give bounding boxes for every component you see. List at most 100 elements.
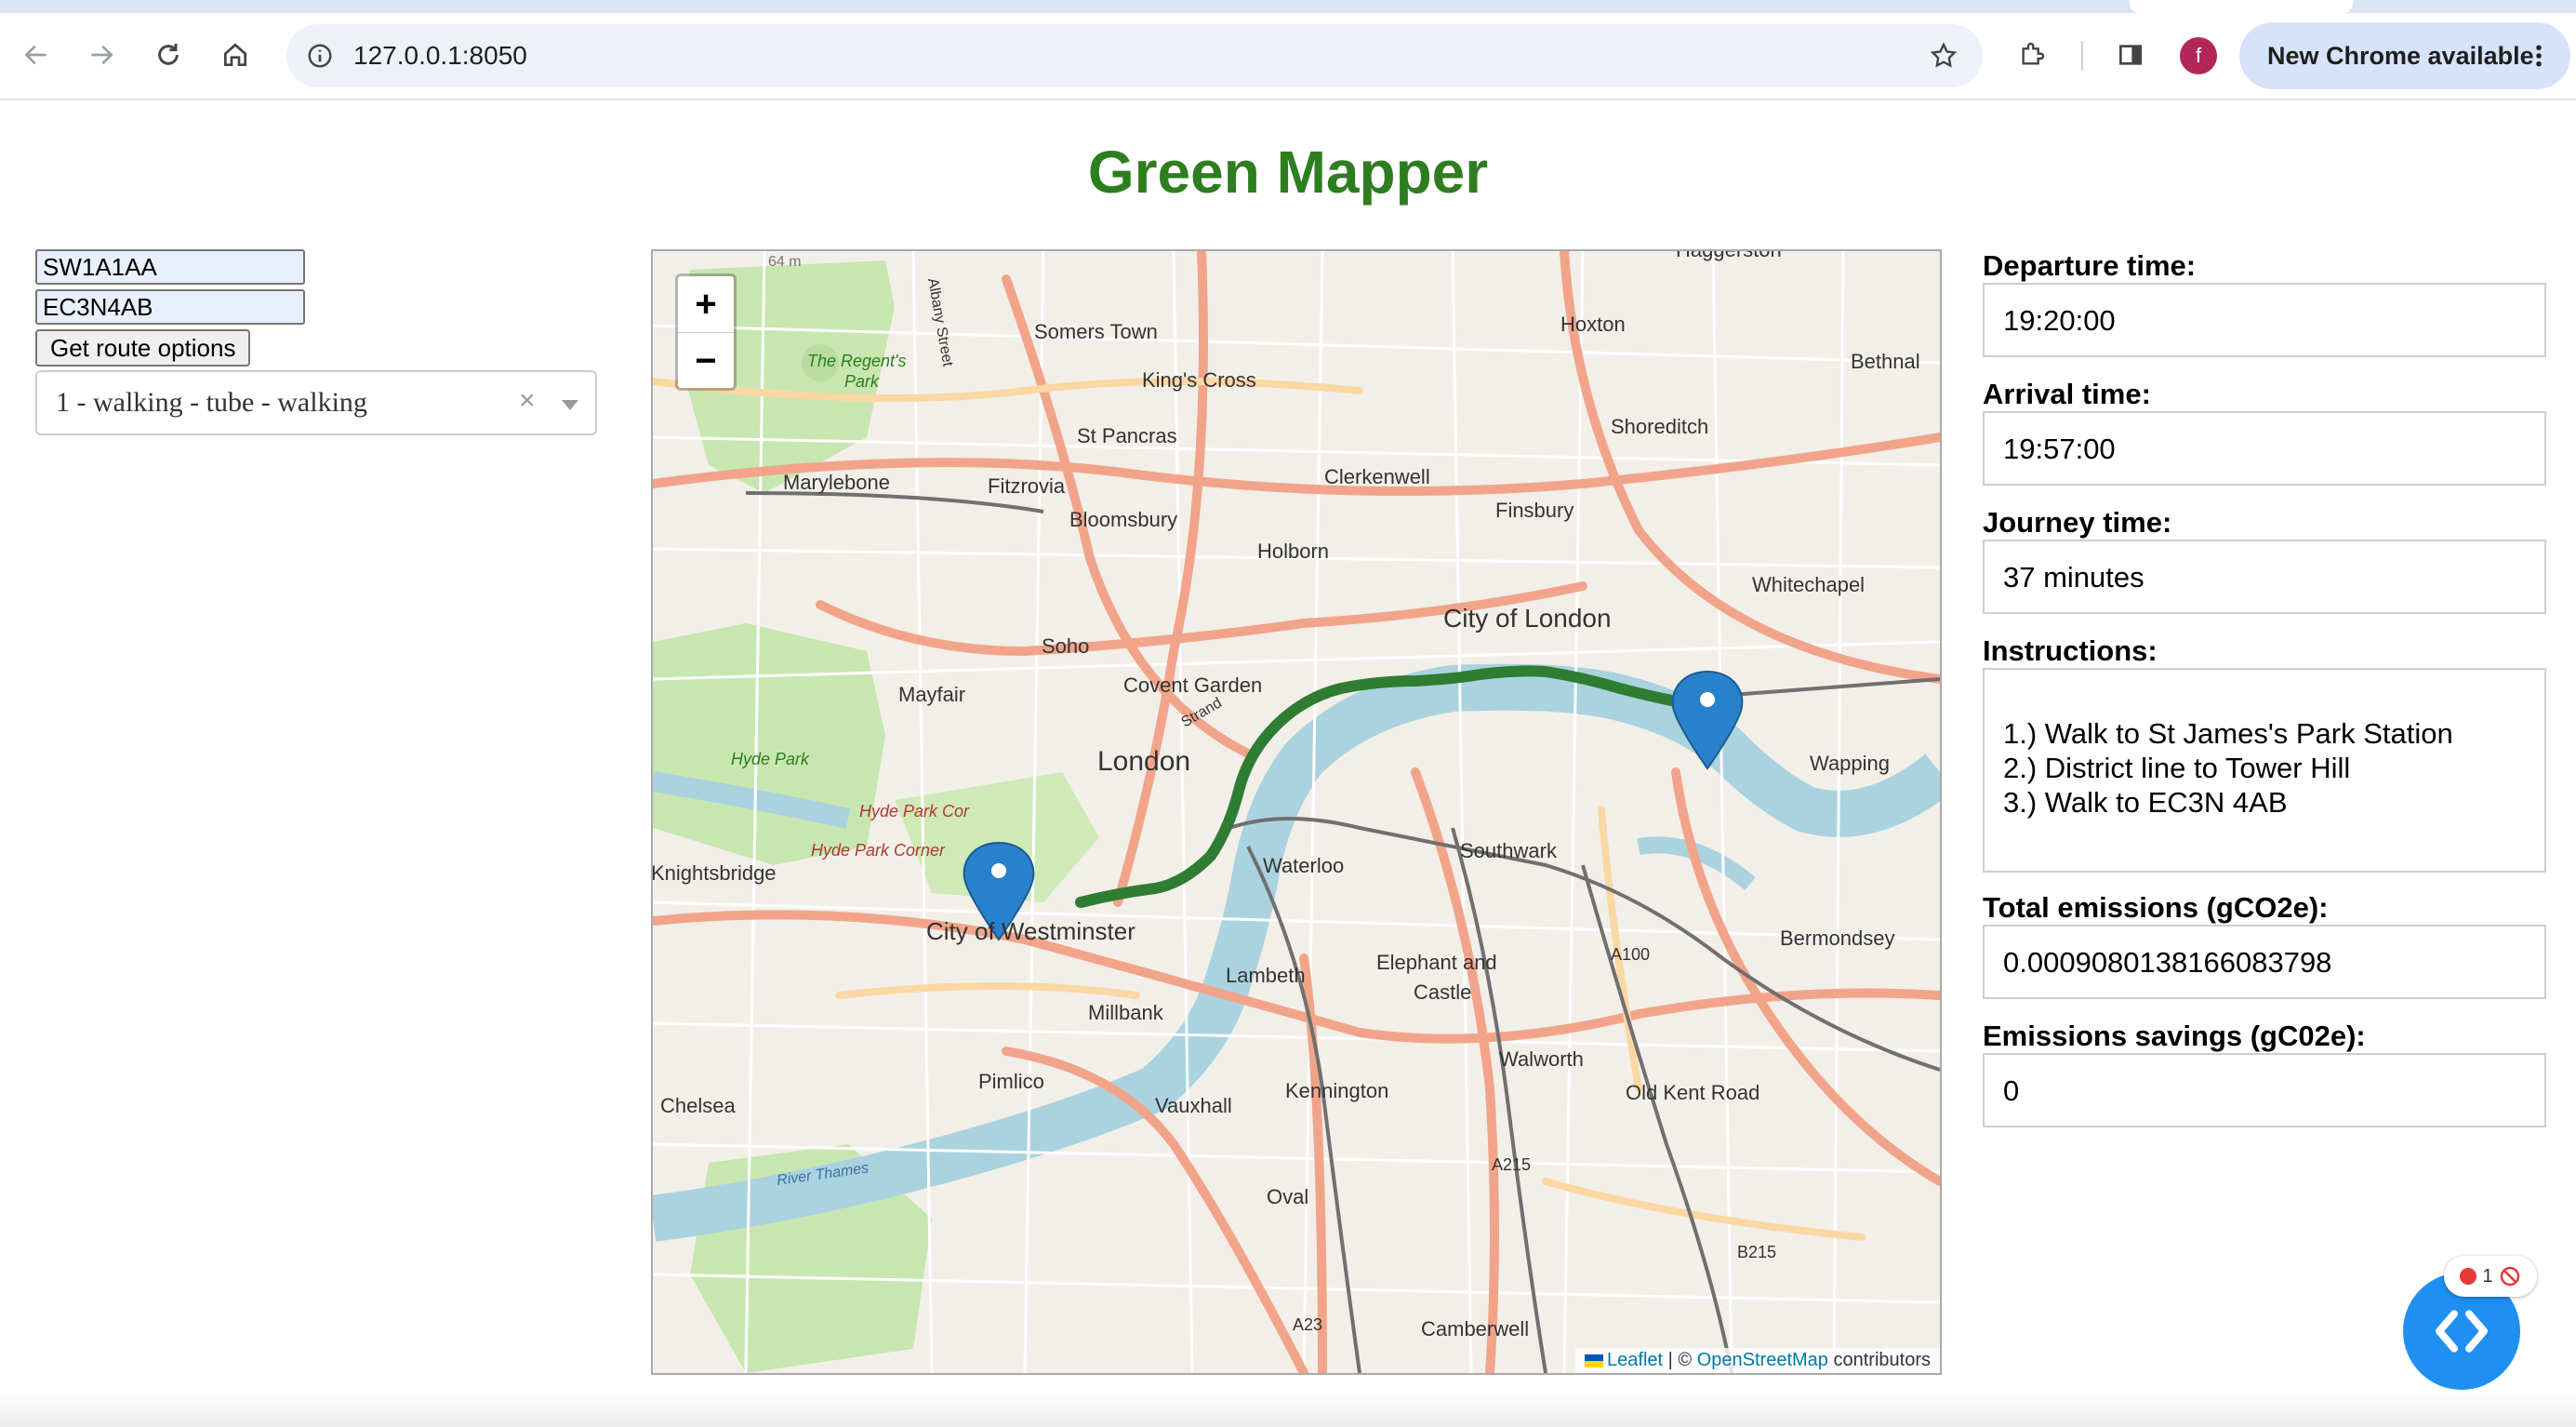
place-label: The Regent's [807,352,907,370]
code-brackets-icon [2436,1310,2488,1353]
tab-strip [0,0,2576,13]
place-label: Wapping [1810,752,1890,775]
place-label: Hyde Park Cor [859,802,970,820]
place-label: Holborn [1257,540,1329,563]
place-label: Marylebone [783,471,890,494]
browser-toolbar: 127.0.0.1:8050 f New Chrome available [0,13,2576,100]
route-option-selected: 1 - walking - tube - walking [56,387,367,418]
emissions-savings-label: Emissions savings (gC02e): [1983,1020,2366,1052]
place-label: Elephant and [1376,951,1497,974]
place-label: A23 [1293,1315,1322,1334]
place-label: Knightsbridge [653,861,777,885]
place-label: Bethnal [1851,350,1920,373]
place-label: Kennington [1285,1079,1388,1102]
toolbar-divider [2081,41,2083,71]
departure-time-label: Departure time: [1983,249,2197,282]
active-tab-edge[interactable] [2130,0,2353,13]
journey-time-field[interactable]: 37 minutes [1983,540,2546,614]
place-label: A215 [1492,1155,1531,1174]
place-label: London [1097,746,1190,777]
place-label: Covent Garden [1123,673,1262,697]
place-label: Chelsea [660,1094,736,1117]
page-title: Green Mapper [1087,139,1489,206]
place-label: Bermondsey [1780,927,1895,950]
leaflet-link[interactable]: Leaflet [1607,1350,1663,1370]
arrival-time-field[interactable]: 19:57:00 [1983,411,2546,486]
place-label: Southwark [1460,839,1558,862]
error-dot-icon [2460,1268,2477,1285]
place-label: Hoxton [1560,313,1626,336]
back-icon[interactable] [15,33,58,76]
bookmark-star-icon[interactable] [1923,35,1964,76]
url-text[interactable]: 127.0.0.1:8050 [353,41,527,71]
openstreetmap-link[interactable]: OpenStreetMap [1697,1350,1828,1370]
place-label: City of London [1443,604,1612,633]
route-option-dropdown[interactable]: 1 - walking - tube - walking × [35,370,597,435]
new-chrome-available-button[interactable]: New Chrome available [2239,22,2570,89]
place-label: B215 [1737,1243,1776,1261]
instructions-field[interactable]: 1.) Walk to St James's Park Station 2.) … [1983,668,2546,873]
profile-avatar[interactable]: f [2180,37,2217,74]
place-label: Hyde Park Corner [811,841,946,860]
instruction-step: 2.) District line to Tower Hill [2003,752,2351,784]
instruction-step: 1.) Walk to St James's Park Station [2003,717,2453,750]
place-label: King's Cross [1142,368,1256,392]
emissions-savings-field[interactable]: 0 [1983,1053,2546,1127]
attribution-separator: | © [1667,1350,1693,1370]
side-panel-icon[interactable] [2109,33,2152,76]
place-label: Lambeth [1226,964,1306,987]
site-info-icon[interactable] [299,35,340,76]
place-label: Bloomsbury [1069,508,1177,531]
place-label: Soho [1042,634,1089,658]
destination-postcode-input[interactable] [35,289,305,325]
park-area [653,623,885,865]
place-label: Mayfair [898,683,965,706]
total-emissions-label: Total emissions (gCO2e): [1983,891,2329,924]
journey-time-label: Journey time: [1983,506,2172,539]
address-bar[interactable]: 127.0.0.1:8050 [286,24,1983,87]
place-label: Castle [1414,980,1471,1004]
map-attribution: Leaflet | © OpenStreetMap contributors [1575,1348,1940,1373]
route-map[interactable]: Haggerston Hoxton Bethnal Somers Town Ki… [651,249,1942,1375]
departure-time-field[interactable]: 19:20:00 [1983,283,2546,357]
total-emissions-field[interactable]: 0.0009080138166083798 [1983,925,2546,999]
map-tiles[interactable]: Haggerston Hoxton Bethnal Somers Town Ki… [653,251,1940,1373]
dropdown-arrow-icon[interactable] [562,400,578,410]
place-label: Hyde Park [731,750,810,768]
place-label: St Pancras [1077,424,1177,447]
debug-error-badge[interactable]: 1 [2444,1256,2537,1297]
zoom-out-button[interactable]: − [678,333,734,389]
place-label: Haggerston [1676,251,1782,261]
home-icon[interactable] [214,33,257,76]
extensions-icon[interactable] [2011,33,2053,76]
get-route-options-button[interactable]: Get route options [35,329,251,367]
ukraine-flag-icon [1585,1354,1604,1367]
place-label: City of Westminster [926,917,1135,945]
place-label: Walworth [1499,1047,1584,1071]
disable-icon[interactable] [2499,1265,2521,1287]
place-label: Waterloo [1263,854,1344,877]
place-label: Pimlico [978,1070,1044,1093]
arrival-time-label: Arrival time: [1983,378,2151,410]
more-menu-icon[interactable] [2520,35,2557,76]
reload-icon[interactable] [147,33,190,76]
zoom-in-button[interactable]: + [678,276,734,333]
forward-icon[interactable] [80,33,123,76]
place-label: Finsbury [1495,499,1573,522]
attribution-contributors: contributors [1833,1350,1932,1370]
update-button-label: New Chrome available [2267,42,2534,70]
place-label: Millbank [1088,1001,1164,1024]
origin-postcode-input[interactable] [35,249,305,285]
error-count: 1 [2482,1265,2493,1287]
place-label: 64 m [768,254,802,270]
place-label: Park [844,372,880,391]
place-label: Clerkenwell [1324,465,1430,488]
clear-selection-icon[interactable]: × [519,385,536,417]
place-label: Whitechapel [1752,573,1865,596]
window-bottom-edge [0,1390,2576,1427]
place-label: Somers Town [1034,320,1158,343]
place-label: Old Kent Road [1626,1081,1759,1104]
place-label: Vauxhall [1155,1094,1232,1117]
place-label: Shoreditch [1611,415,1708,438]
place-label: Fitzrovia [988,474,1066,498]
